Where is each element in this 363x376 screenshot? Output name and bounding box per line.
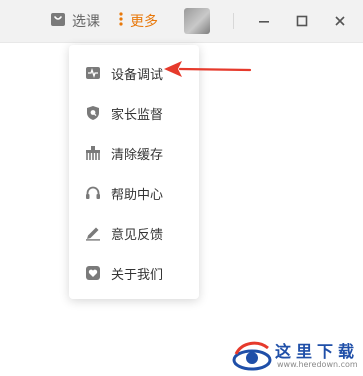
red-arrow-annotation (164, 61, 252, 77)
pulse-icon (85, 65, 101, 81)
more-vertical-icon (118, 11, 124, 31)
heart-badge-icon (85, 265, 101, 281)
close-icon (334, 12, 346, 31)
titlebar-divider (233, 13, 234, 29)
shield-icon (85, 105, 101, 121)
close-button[interactable] (330, 11, 350, 31)
watermark-logo-icon (232, 341, 272, 371)
broom-icon (85, 145, 101, 161)
menu-item-label: 设备调试 (111, 67, 164, 83)
menu-item-clear-cache[interactable]: 清除缓存 (69, 133, 199, 173)
more-dropdown-menu: 设备调试 家长监督 清除缓存 帮助中心 意见反馈 关于我们 (69, 45, 199, 299)
minimize-icon (258, 12, 270, 31)
menu-item-help-center[interactable]: 帮助中心 (69, 173, 199, 213)
maximize-button[interactable] (292, 11, 312, 31)
menu-item-label: 家长监督 (111, 107, 164, 123)
menu-item-about-us[interactable]: 关于我们 (69, 253, 199, 293)
menu-item-label: 帮助中心 (111, 187, 164, 203)
watermark-url: www.heredown.com (277, 360, 358, 369)
avatar[interactable] (184, 8, 210, 34)
minimize-button[interactable] (254, 11, 274, 31)
more-menu-label: 更多 (130, 14, 158, 30)
pencil-icon (85, 225, 101, 241)
more-menu-button[interactable]: 更多 (118, 0, 158, 42)
menu-item-label: 关于我们 (111, 267, 164, 283)
menu-item-label: 意见反馈 (111, 227, 164, 243)
watermark-name: 这里下载 (275, 342, 360, 361)
watermark: 这里下载 www.heredown.com (230, 334, 363, 376)
course-select-button[interactable]: 选课 (50, 0, 100, 42)
course-select-label: 选课 (72, 14, 100, 30)
headset-icon (85, 185, 101, 201)
menu-item-label: 清除缓存 (111, 147, 164, 163)
title-bar: 选课 更多 (0, 0, 363, 43)
maximize-icon (296, 12, 308, 31)
menu-item-parental-control[interactable]: 家长监督 (69, 93, 199, 133)
course-icon (50, 11, 66, 31)
menu-item-feedback[interactable]: 意见反馈 (69, 213, 199, 253)
